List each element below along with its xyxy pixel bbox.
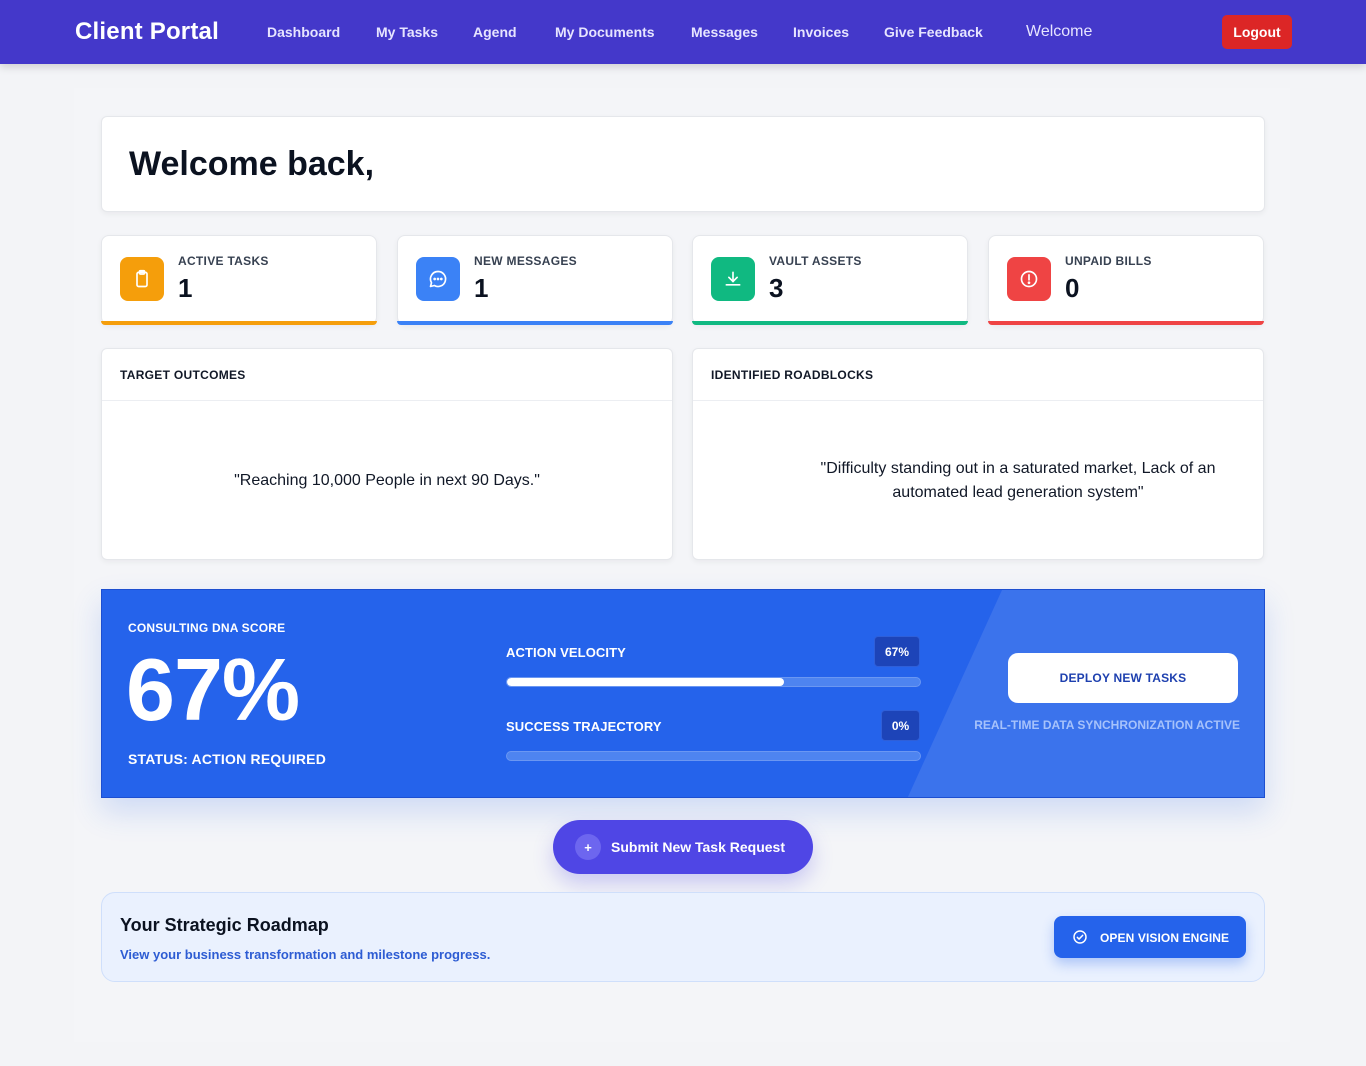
logout-button[interactable]: Logout [1222,15,1292,49]
stat-card-new-messages[interactable]: NEW MESSAGES 1 [397,235,673,325]
roadmap-subtitle: View your business transformation and mi… [120,947,491,962]
stat-label: VAULT ASSETS [769,254,862,268]
panel-header: IDENTIFIED ROADBLOCKS [693,349,1263,401]
stat-label: NEW MESSAGES [474,254,577,268]
success-trajectory-label: SUCCESS TRAJECTORY [506,719,662,734]
strategic-roadmap-card: Your Strategic Roadmap View your busines… [101,892,1265,982]
welcome-title: Welcome back, [129,145,375,183]
stat-value: 3 [769,273,784,303]
stat-label: ACTIVE TASKS [178,254,269,268]
nav-link-agend[interactable]: Agend [473,24,517,40]
open-vision-engine-label: OPEN VISION ENGINE [1100,931,1230,945]
open-vision-engine-button[interactable]: OPEN VISION ENGINE [1054,916,1246,958]
stat-value: 1 [474,273,489,303]
stat-label: UNPAID BILLS [1065,254,1152,268]
stat-accent-bar [988,321,1264,325]
dna-status: STATUS: ACTION REQUIRED [128,751,327,767]
top-navbar: Client Portal Dashboard My Tasks Agend M… [0,0,1366,64]
stat-card-active-tasks[interactable]: ACTIVE TASKS 1 [101,235,377,325]
action-velocity-badge: 67% [874,636,920,667]
panel-title: IDENTIFIED ROADBLOCKS [711,368,874,382]
success-trajectory-badge: 0% [881,710,920,741]
stat-card-unpaid-bills[interactable]: UNPAID BILLS 0 [988,235,1264,325]
stat-card-vault-assets[interactable]: VAULT ASSETS 3 [692,235,968,325]
stat-accent-bar [101,321,377,325]
action-velocity-label: ACTION VELOCITY [506,645,626,660]
welcome-card: Welcome back, [101,116,1265,212]
nav-link-invoices[interactable]: Invoices [793,24,849,40]
deploy-new-tasks-button[interactable]: DEPLOY NEW TASKS [1008,653,1238,703]
check-circle-icon [1073,930,1087,944]
dna-score-value: 67% [126,640,300,739]
chat-bubble-icon [416,257,460,301]
success-trajectory-track [506,751,921,761]
nav-welcome-text: Welcome [1026,23,1093,40]
dna-score-label: CONSULTING DNA SCORE [128,621,286,635]
roadmap-title: Your Strategic Roadmap [120,915,329,935]
target-outcomes-panel: TARGET OUTCOMES "Reaching 10,000 People … [101,348,673,560]
stat-value: 0 [1065,273,1080,303]
nav-link-my-tasks[interactable]: My Tasks [376,24,438,40]
plus-icon: + [575,834,601,860]
alert-circle-icon [1007,257,1051,301]
target-outcomes-text: "Reaching 10,000 People in next 90 Days.… [234,472,540,489]
download-icon [711,257,755,301]
consulting-dna-panel: CONSULTING DNA SCORE 67% STATUS: ACTION … [101,589,1265,798]
action-velocity-fill [507,678,784,686]
nav-link-my-documents[interactable]: My Documents [555,24,655,40]
identified-roadblocks-panel: IDENTIFIED ROADBLOCKS "Difficulty standi… [692,348,1264,560]
brand-title[interactable]: Client Portal [75,18,219,46]
clipboard-icon [120,257,164,301]
panel-title: TARGET OUTCOMES [120,368,246,382]
nav-link-give-feedback[interactable]: Give Feedback [884,24,983,40]
sync-status-text: REAL-TIME DATA SYNCHRONIZATION ACTIVE [974,718,1240,732]
submit-task-request-label: Submit New Task Request [611,839,786,855]
action-velocity-track [506,677,921,687]
panel-header: TARGET OUTCOMES [102,349,672,401]
nav-link-messages[interactable]: Messages [691,24,758,40]
identified-roadblocks-text: "Difficulty standing out in a saturated … [820,460,1216,501]
stat-accent-bar [397,321,673,325]
stat-value: 1 [178,273,193,303]
stat-accent-bar [692,321,968,325]
submit-task-request-button[interactable]: + Submit New Task Request [553,820,813,874]
nav-link-dashboard[interactable]: Dashboard [267,24,340,40]
